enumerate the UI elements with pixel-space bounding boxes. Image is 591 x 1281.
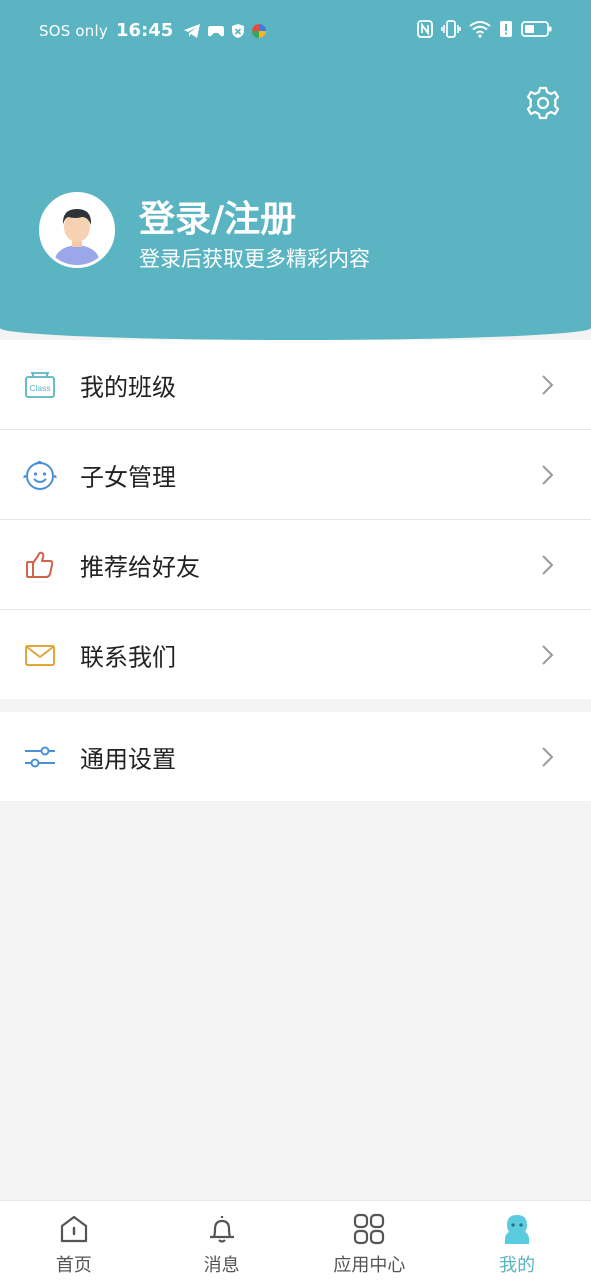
tab-app-center[interactable]: 应用中心: [296, 1201, 444, 1281]
bottom-tab-bar: 首页 消息 应用中心 我的: [0, 1200, 591, 1281]
alert-icon: [500, 21, 512, 37]
menu-label: 推荐给好友: [80, 553, 200, 581]
login-register-link[interactable]: 登录/注册: [139, 190, 296, 242]
envelope-icon: [22, 637, 58, 673]
login-subtitle: 登录后获取更多精彩内容: [139, 247, 370, 271]
menu-group-settings: 通用设置: [0, 712, 591, 801]
settings-button[interactable]: [524, 84, 562, 122]
chevron-right-icon: [542, 554, 554, 575]
battery-icon: [521, 21, 552, 37]
gear-icon: [526, 86, 560, 120]
shield-icon: [232, 23, 245, 38]
status-bar: SOS only 16:45: [0, 0, 591, 66]
user-avatar-icon: [42, 195, 112, 265]
tab-label: 首页: [55, 1255, 92, 1276]
menu-label: 子女管理: [80, 463, 176, 491]
thumbs-up-icon: [22, 547, 58, 583]
chevron-right-icon: [542, 644, 554, 665]
bell-icon: [204, 1211, 240, 1247]
app-colorful-icon: [252, 23, 267, 38]
home-icon: [56, 1211, 92, 1247]
carrier-text: SOS only: [39, 21, 108, 40]
game-controller-icon: [208, 25, 225, 36]
menu-label: 我的班级: [80, 373, 176, 401]
tab-me[interactable]: 我的: [443, 1201, 591, 1281]
menu-label: 通用设置: [80, 745, 176, 773]
sliders-icon: [22, 739, 58, 775]
tab-messages[interactable]: 消息: [148, 1201, 296, 1281]
chevron-right-icon: [542, 374, 554, 395]
class-icon-text: Class: [29, 383, 50, 393]
menu-item-recommend[interactable]: 推荐给好友: [0, 520, 591, 610]
profile-icon: [499, 1211, 535, 1247]
tab-label: 我的: [499, 1255, 536, 1276]
tab-label: 应用中心: [333, 1255, 406, 1276]
nfc-icon: [417, 20, 433, 38]
child-face-icon: [22, 457, 58, 493]
menu-item-general-settings[interactable]: 通用设置: [0, 712, 591, 801]
menu-group-main: Class 我的班级 子女管理 推荐给好友 联系我们: [0, 340, 591, 699]
menu-item-my-class[interactable]: Class 我的班级: [0, 340, 591, 430]
menu-label: 联系我们: [80, 643, 176, 671]
chevron-right-icon: [542, 746, 554, 767]
vibrate-icon: [441, 20, 461, 38]
menu-item-contact[interactable]: 联系我们: [0, 610, 591, 699]
menu-item-children[interactable]: 子女管理: [0, 430, 591, 520]
tab-label: 消息: [203, 1255, 240, 1276]
apps-grid-icon: [351, 1211, 387, 1247]
clock-time: 16:45: [115, 20, 174, 41]
chevron-right-icon: [542, 464, 554, 485]
telegram-icon: [184, 23, 201, 38]
tab-home[interactable]: 首页: [0, 1201, 148, 1281]
wifi-icon: [469, 21, 491, 38]
avatar[interactable]: [39, 192, 115, 268]
class-icon: Class: [22, 367, 58, 403]
